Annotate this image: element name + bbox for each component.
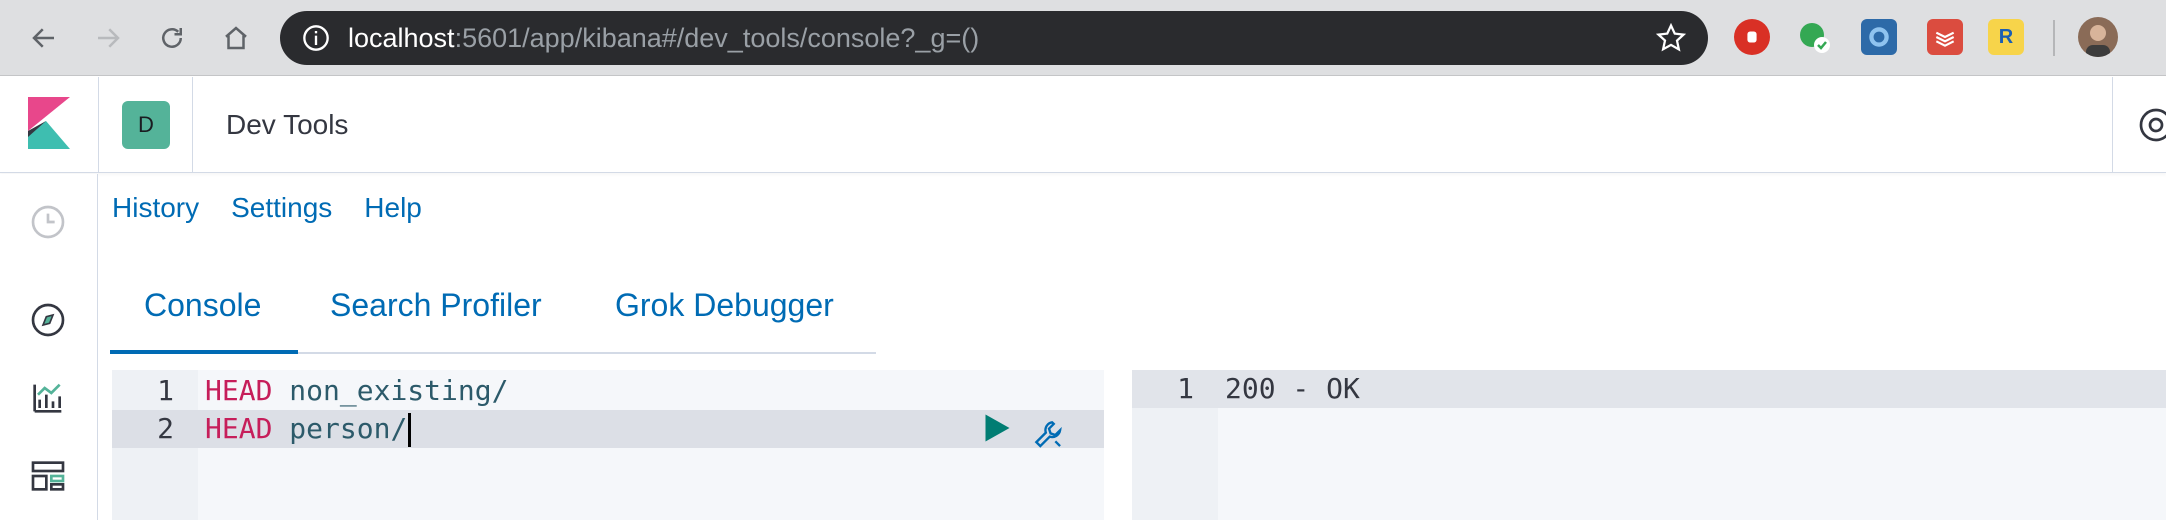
profile-avatar[interactable]	[2078, 17, 2118, 57]
request-path: non_existing/	[289, 374, 509, 407]
response-output[interactable]: 1 200 - OK	[1132, 370, 2166, 520]
discover-compass-icon[interactable]	[28, 300, 68, 340]
todoist-extension-icon[interactable]	[1927, 19, 1963, 55]
header-divider	[192, 77, 193, 173]
request-path: person/	[289, 412, 408, 445]
page-title: Dev Tools	[226, 109, 349, 140]
home-icon	[225, 26, 247, 50]
tab-console[interactable]: Console	[110, 270, 298, 354]
line-number: 1	[157, 374, 174, 407]
help-icon[interactable]	[2138, 107, 2166, 143]
response-status: 200 - OK	[1225, 372, 1360, 405]
help-link[interactable]: Help	[364, 192, 422, 224]
text-cursor	[408, 413, 412, 447]
settings-link[interactable]: Settings	[231, 192, 332, 224]
header-divider	[98, 77, 99, 173]
http-method: HEAD	[205, 374, 273, 407]
globe-extension-icon[interactable]	[1861, 19, 1897, 55]
kibana-header: D Dev Tools	[0, 77, 2166, 173]
send-request-play-icon[interactable]	[978, 410, 1014, 446]
info-icon[interactable]	[302, 24, 330, 52]
top-menu: History Settings Help	[112, 192, 422, 224]
reload-button[interactable]	[152, 18, 192, 58]
grammar-extension-icon[interactable]	[1796, 19, 1832, 55]
toolbar-divider	[2053, 20, 2055, 56]
side-nav	[0, 174, 98, 520]
recently-viewed-icon[interactable]	[28, 202, 68, 242]
dev-tools-tabs: Console Search Profiler Grok Debugger	[110, 270, 876, 354]
back-arrow-icon	[32, 28, 54, 48]
space-avatar[interactable]: D	[122, 101, 170, 149]
address-bar[interactable]: localhost:5601/app/kibana#/dev_tools/con…	[280, 11, 1708, 65]
bookmark-star-icon[interactable]	[1656, 23, 1686, 53]
settings-wrench-icon[interactable]	[1028, 416, 1070, 454]
history-link[interactable]: History	[112, 192, 199, 224]
url-text: localhost:5601/app/kibana#/dev_tools/con…	[348, 23, 980, 53]
header-divider	[2112, 77, 2113, 173]
line-number: 2	[157, 412, 174, 445]
reload-icon	[162, 28, 182, 48]
back-button[interactable]	[24, 18, 64, 58]
visualize-chart-icon[interactable]	[28, 378, 68, 418]
tab-grok-debugger[interactable]: Grok Debugger	[615, 270, 834, 354]
line-number: 1	[1177, 372, 1194, 405]
http-method: HEAD	[205, 412, 273, 445]
browser-toolbar: localhost:5601/app/kibana#/dev_tools/con…	[0, 0, 2166, 76]
r-extension-icon[interactable]: R	[1988, 19, 2024, 55]
editor-line[interactable]: 2 HEAD person/	[112, 410, 1104, 448]
forward-button[interactable]	[88, 18, 128, 58]
tab-search-profiler[interactable]: Search Profiler	[330, 270, 542, 354]
console-editor[interactable]: 1 HEAD non_existing/ 2 HEAD person/	[112, 370, 1104, 520]
dashboard-icon[interactable]	[28, 456, 68, 496]
forward-arrow-icon	[98, 28, 120, 48]
output-line: 1 200 - OK	[1132, 370, 2166, 408]
adblock-extension-icon[interactable]	[1734, 19, 1770, 55]
editor-line[interactable]: 1 HEAD non_existing/	[112, 372, 1104, 410]
home-button[interactable]	[216, 18, 256, 58]
kibana-logo-icon[interactable]	[28, 97, 70, 149]
